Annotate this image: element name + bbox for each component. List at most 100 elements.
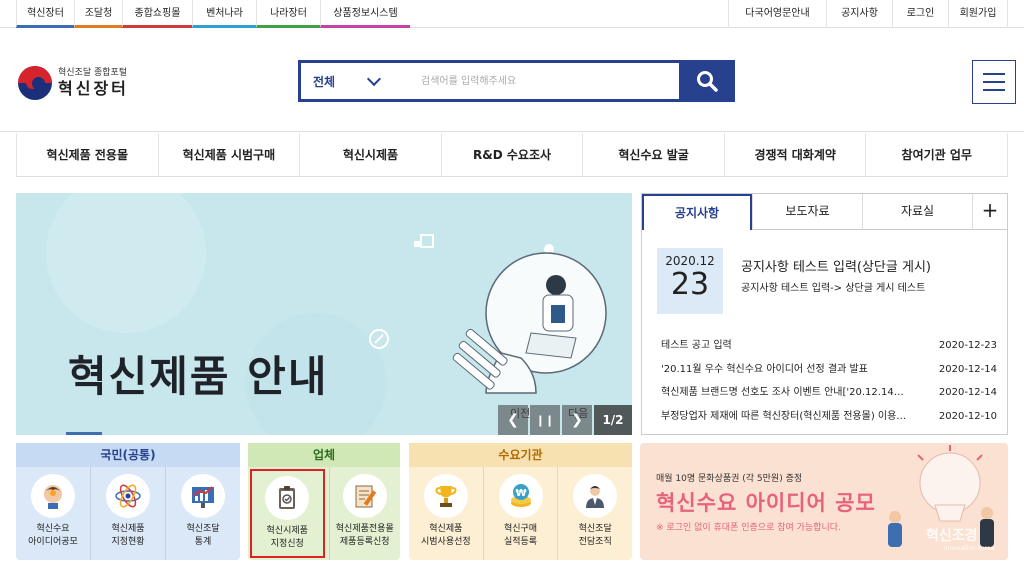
featured-notice-title[interactable]: 공지사항 테스트 입력(상단글 게시) bbox=[741, 256, 931, 275]
utility-links: 다국어영문안내 공지사항 로그인 회원가입 bbox=[728, 0, 1008, 28]
quick-panel-agency: 수요기관 혁신제품 시범사용선정 ₩ 혁신구매 실적등록 혁신조달 전담조직 bbox=[409, 443, 632, 560]
document-pencil-icon bbox=[342, 474, 387, 518]
language-guide-link[interactable]: 다국어영문안내 bbox=[728, 0, 826, 28]
more-plus-icon[interactable]: + bbox=[972, 194, 1007, 230]
family-link-product-info[interactable]: 상품정보시스템 bbox=[320, 0, 410, 28]
watermark-subtext: innovation korea bbox=[944, 545, 995, 552]
tab-press[interactable]: 보도자료 bbox=[752, 194, 862, 230]
family-link-venture[interactable]: 벤처나라 bbox=[192, 0, 256, 28]
idea-head-icon bbox=[31, 474, 75, 518]
search-icon bbox=[697, 71, 718, 92]
logo-subtitle: 혁신조달 종합포털 bbox=[58, 67, 128, 78]
pause-icon: ❙❙ bbox=[535, 413, 555, 427]
notice-item-date: 2020-12-10 bbox=[938, 410, 997, 422]
chart-icon bbox=[181, 474, 225, 518]
family-site-links: 혁신장터 조달청 종합쇼핑몰 벤처나라 나라장터 상품정보시스템 bbox=[16, 0, 410, 28]
tab-notice[interactable]: 공지사항 bbox=[642, 194, 752, 230]
nav-prototype[interactable]: 혁신시제품 bbox=[299, 133, 441, 177]
nav-pilot-purchase[interactable]: 혁신제품 시범구매 bbox=[157, 133, 300, 177]
nav-demand-discovery[interactable]: 혁신수요 발굴 bbox=[582, 133, 724, 177]
quick-link-pilot-selection[interactable]: 혁신제품 시범사용선정 bbox=[409, 467, 483, 560]
featured-date: 2020.12 23 bbox=[657, 248, 723, 314]
banner-pause-button[interactable]: ❙❙ bbox=[530, 405, 560, 435]
nav-innovation-mall[interactable]: 혁신제품 전용몰 bbox=[16, 133, 158, 177]
main-navigation: 혁신제품 전용몰 혁신제품 시범구매 혁신시제품 R&D 수요조사 혁신수요 발… bbox=[16, 133, 1009, 177]
banner-controls: ❮ ❙❙ ❯ 1/2 bbox=[496, 405, 632, 435]
tab-resources[interactable]: 자료실 bbox=[862, 194, 972, 230]
promo-title: 혁신수요 아이디어 공모 bbox=[656, 491, 876, 515]
banner-prev-button[interactable]: ❮ bbox=[498, 405, 528, 435]
quick-link-label: 혁신제품 시범사용선정 bbox=[420, 524, 471, 547]
quick-link-designation-status[interactable]: 혁신제품 지정현황 bbox=[90, 467, 165, 560]
promo-note: ※ 로그인 없이 휴대폰 인증으로 참여 가능합니다. bbox=[656, 523, 841, 533]
banner-title: 혁신제품 안내 bbox=[68, 352, 329, 401]
search-input[interactable] bbox=[411, 63, 679, 99]
person-icon bbox=[573, 474, 618, 518]
search-category-value: 전체 bbox=[313, 74, 336, 89]
atom-icon bbox=[106, 474, 150, 518]
site-logo[interactable]: 혁신조달 종합포털 혁신장터 bbox=[18, 66, 148, 100]
chevron-left-icon: ❮ bbox=[507, 412, 519, 428]
featured-notice-summary: 공지사항 테스트 입력-> 상단글 게시 테스트 bbox=[741, 283, 926, 294]
top-bar: 혁신장터 조달청 종합쇼핑몰 벤처나라 나라장터 상품정보시스템 다국어영문안내… bbox=[0, 0, 1024, 28]
main-banner[interactable]: 혁신제품 안내 이전 다음 ❮ ❙❙ ❯ 1/2 bbox=[16, 193, 632, 435]
promo-caption: 매월 10명 문화상품권 (각 5만원) 증정 bbox=[656, 474, 803, 484]
quick-link-label: 혁신구매 실적등록 bbox=[503, 524, 538, 547]
quick-link-label: 혁신수요 아이디어공모 bbox=[28, 524, 78, 547]
watermark-text: 혁신조경 bbox=[926, 528, 978, 544]
notice-item-date: 2020-12-14 bbox=[938, 387, 997, 398]
list-item[interactable]: 테스트 공고 입력 2020-12-23 bbox=[661, 334, 997, 358]
quick-link-purchase-record[interactable]: ₩ 혁신구매 실적등록 bbox=[482, 467, 558, 560]
featured-date-month: 2020.12 bbox=[665, 254, 715, 268]
notice-item-title[interactable]: 테스트 공고 입력 bbox=[661, 334, 909, 358]
family-link-hyeoksin[interactable]: 혁신장터 bbox=[16, 0, 74, 28]
family-link-shoppingmall[interactable]: 종합쇼핑몰 bbox=[122, 0, 192, 28]
banner-progress-indicator bbox=[66, 432, 102, 435]
notice-item-title[interactable]: 혁신제품 브랜드명 선호도 조사 이벤트 안내['20.12.14~12.23] bbox=[661, 381, 909, 405]
banner-next-button[interactable]: ❯ bbox=[562, 405, 592, 435]
quick-link-label: 혁신제품전용몰 제품등록신청 bbox=[335, 524, 394, 547]
signup-link[interactable]: 회원가입 bbox=[948, 0, 1008, 28]
list-item[interactable]: 혁신제품 브랜드명 선호도 조사 이벤트 안내['20.12.14~12.23]… bbox=[661, 381, 997, 405]
quick-panel-title: 국민(공통) bbox=[16, 443, 240, 467]
won-coin-icon: ₩ bbox=[498, 474, 543, 518]
nav-competitive-dialogue[interactable]: 경쟁적 대화계약 bbox=[723, 133, 866, 177]
quick-link-label: 혁신조달 전담조직 bbox=[578, 524, 612, 547]
family-link-koneps[interactable]: 나라장터 bbox=[256, 0, 320, 28]
banner-counter: 1/2 bbox=[594, 405, 632, 435]
quick-link-product-registration[interactable]: 혁신제품전용몰 제품등록신청 bbox=[328, 467, 401, 560]
notice-item-title[interactable]: '20.11월 우수 혁신수요 아이디어 선정 결과 발표 bbox=[661, 358, 909, 382]
family-link-pps[interactable]: 조달청 bbox=[74, 0, 122, 28]
notice-item-date: 2020-12-14 bbox=[938, 363, 997, 375]
nav-agency-work[interactable]: 참여기관 업무 bbox=[865, 133, 1009, 177]
header: 혁신조달 종합포털 혁신장터 전체 bbox=[0, 28, 1024, 132]
quick-link-prototype-application[interactable]: 혁신시제품 지정신청 bbox=[250, 469, 325, 558]
trophy-icon bbox=[423, 474, 468, 518]
search-box: 전체 bbox=[298, 60, 735, 102]
quick-link-label: 혁신제품 지정현황 bbox=[111, 524, 145, 547]
list-item[interactable]: 부정당업자 제재에 따른 혁신장터(혁신제품 전용몰) 이용 제한 안내 202… bbox=[661, 405, 997, 429]
list-item[interactable]: '20.11월 우수 혁신수요 아이디어 선정 결과 발표 2020-12-14 bbox=[661, 358, 997, 382]
svg-text:₩: ₩ bbox=[515, 488, 526, 499]
notice-item-date: 2020-12-23 bbox=[938, 340, 997, 351]
hamburger-menu-button[interactable] bbox=[972, 60, 1016, 104]
notice-tabs: 공지사항 보도자료 자료실 + bbox=[642, 194, 1007, 230]
nav-rnd-survey[interactable]: R&D 수요조사 bbox=[440, 133, 583, 177]
search-category-select[interactable]: 전체 bbox=[301, 63, 411, 99]
quick-link-idea-contest[interactable]: 혁신수요 아이디어공모 bbox=[16, 467, 90, 560]
notice-item-title[interactable]: 부정당업자 제재에 따른 혁신장터(혁신제품 전용몰) 이용 제한 안내 bbox=[661, 405, 909, 429]
login-link[interactable]: 로그인 bbox=[892, 0, 948, 28]
quick-panel-title: 업체 bbox=[248, 443, 400, 467]
clipboard-check-icon bbox=[265, 476, 310, 520]
quick-panel-citizen: 국민(공통) 혁신수요 아이디어공모 혁신제품 지정현황 혁신조달 통계 bbox=[16, 443, 240, 560]
featured-date-day: 23 bbox=[670, 267, 710, 302]
hamburger-icon bbox=[983, 73, 1005, 75]
quick-link-label: 혁신시제품 지정신청 bbox=[266, 526, 308, 549]
notice-list: 테스트 공고 입력 2020-12-23 '20.11월 우수 혁신수요 아이디… bbox=[661, 334, 997, 428]
notice-link[interactable]: 공지사항 bbox=[826, 0, 892, 28]
search-button[interactable] bbox=[679, 60, 735, 102]
quick-panel-company: 업체 혁신시제품 지정신청 혁신제품전용몰 제품등록신청 bbox=[248, 443, 400, 560]
quick-link-statistics[interactable]: 혁신조달 통계 bbox=[165, 467, 240, 560]
featured-notice[interactable]: 2020.12 23 공지사항 테스트 입력(상단글 게시) 공지사항 테스트 … bbox=[657, 248, 1002, 314]
quick-link-dedicated-org[interactable]: 혁신조달 전담조직 bbox=[557, 467, 632, 560]
